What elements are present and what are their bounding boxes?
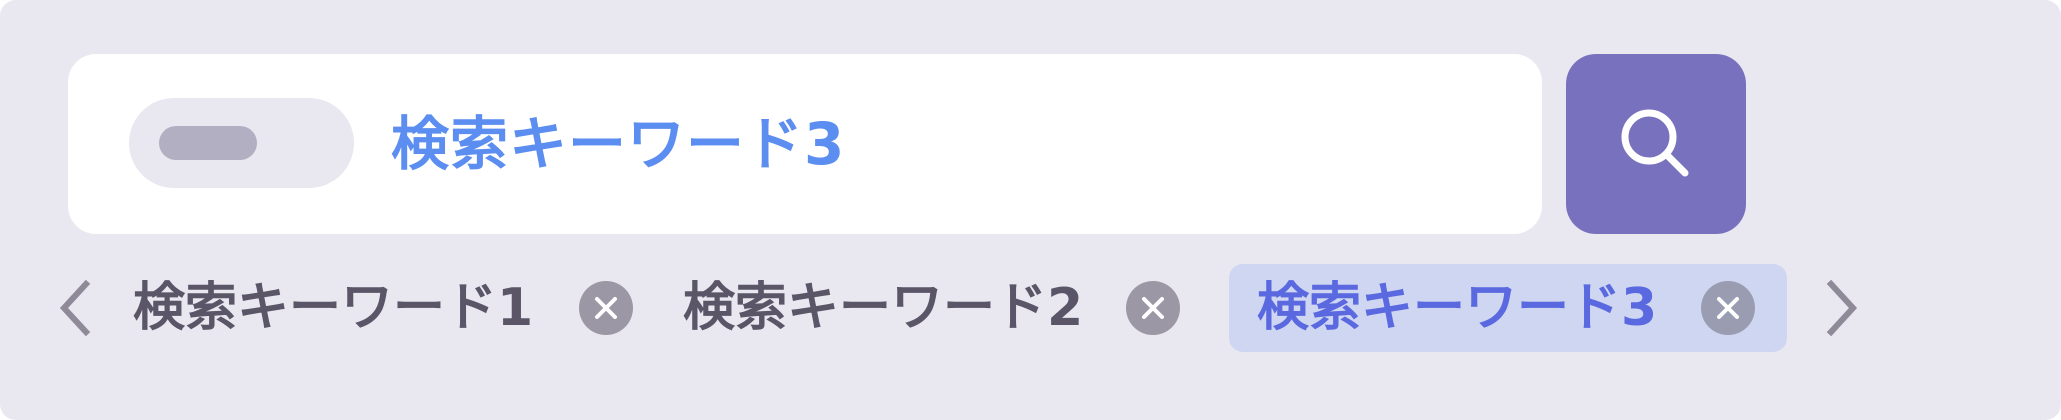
tag-remove-button[interactable] — [1126, 281, 1180, 335]
filter-toggle-handle — [159, 126, 257, 160]
close-icon — [1717, 297, 1739, 319]
search-button[interactable] — [1566, 54, 1746, 234]
tag-remove-button[interactable] — [1701, 281, 1755, 335]
next-tags-button[interactable] — [1815, 268, 1875, 348]
close-icon — [1142, 297, 1164, 319]
chevron-left-icon — [59, 279, 91, 337]
tag-item[interactable]: 検索キーワード2 — [683, 264, 1183, 352]
tag-label: 検索キーワード1 — [133, 278, 534, 338]
prev-tags-button[interactable] — [42, 268, 102, 348]
search-panel: 検索キーワード3 検索キーワード1 検索キーワード2 検索キーワード3 — [0, 0, 2061, 420]
search-field[interactable]: 検索キーワード3 — [68, 54, 1542, 234]
search-input[interactable]: 検索キーワード3 — [391, 90, 845, 198]
search-icon — [1621, 109, 1689, 177]
tag-label: 検索キーワード2 — [683, 278, 1084, 338]
chevron-right-icon — [1826, 279, 1858, 337]
tag-item[interactable]: 検索キーワード1 — [133, 264, 633, 352]
filter-toggle[interactable] — [129, 98, 354, 188]
tag-remove-button[interactable] — [579, 281, 633, 335]
tag-item-selected[interactable]: 検索キーワード3 — [1229, 264, 1787, 352]
tag-label: 検索キーワード3 — [1257, 278, 1658, 338]
close-icon — [595, 297, 617, 319]
